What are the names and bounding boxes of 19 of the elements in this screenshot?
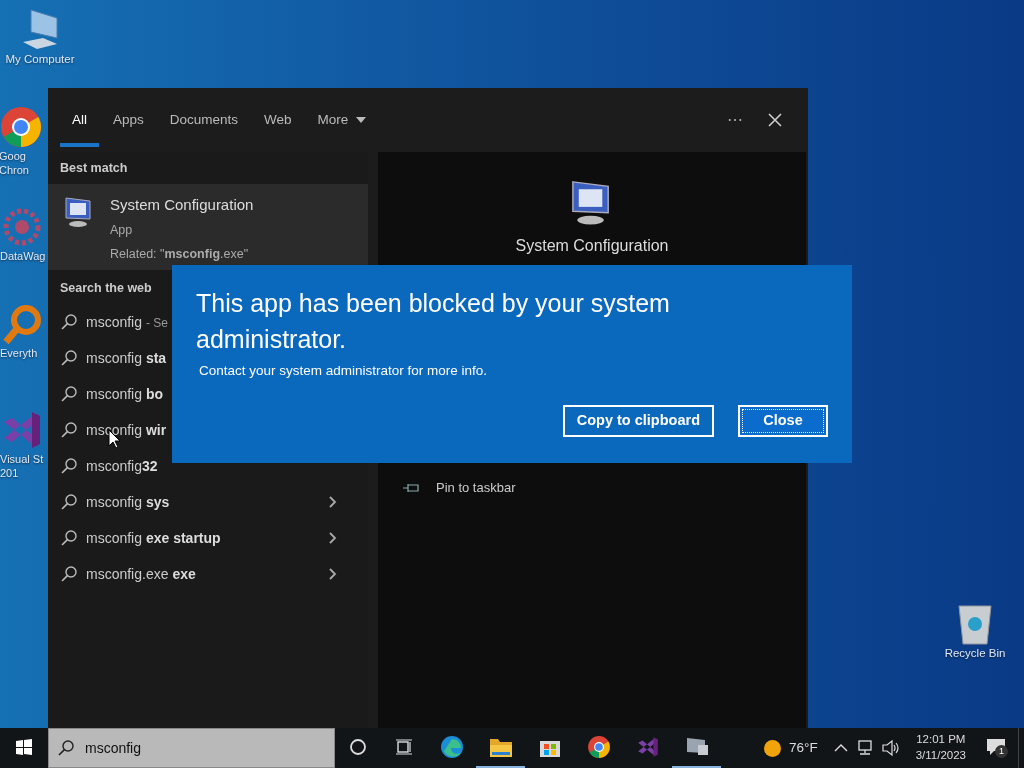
icon-label: Everyth	[0, 346, 38, 361]
app-title: System Configuration	[515, 236, 669, 256]
icon-label: My Computer	[5, 52, 75, 67]
app-title: System Configuration	[110, 195, 254, 215]
icon-label: Recycle Bin	[944, 646, 1006, 661]
dialog-title: This app has been blocked by your system administrator.	[196, 288, 671, 355]
icon-label: Goog	[0, 149, 26, 164]
icon-label: 201	[0, 466, 19, 481]
date-text: 3/11/2023	[915, 748, 966, 763]
icon-label: DataWag	[0, 249, 46, 264]
icon-label: Visual St	[0, 452, 44, 467]
icon-label: Chron	[0, 163, 29, 178]
dialog-message: Contact your system administrator for more info.	[199, 362, 489, 380]
notification-badge: 1	[995, 745, 1008, 758]
related-text: Related: "msconfig.exe"	[110, 246, 250, 264]
app-type: App	[110, 221, 134, 239]
time-text: 12:01 PM	[916, 732, 966, 748]
section-heading: Best match	[59, 159, 129, 177]
section-heading: Search the web	[60, 279, 152, 297]
